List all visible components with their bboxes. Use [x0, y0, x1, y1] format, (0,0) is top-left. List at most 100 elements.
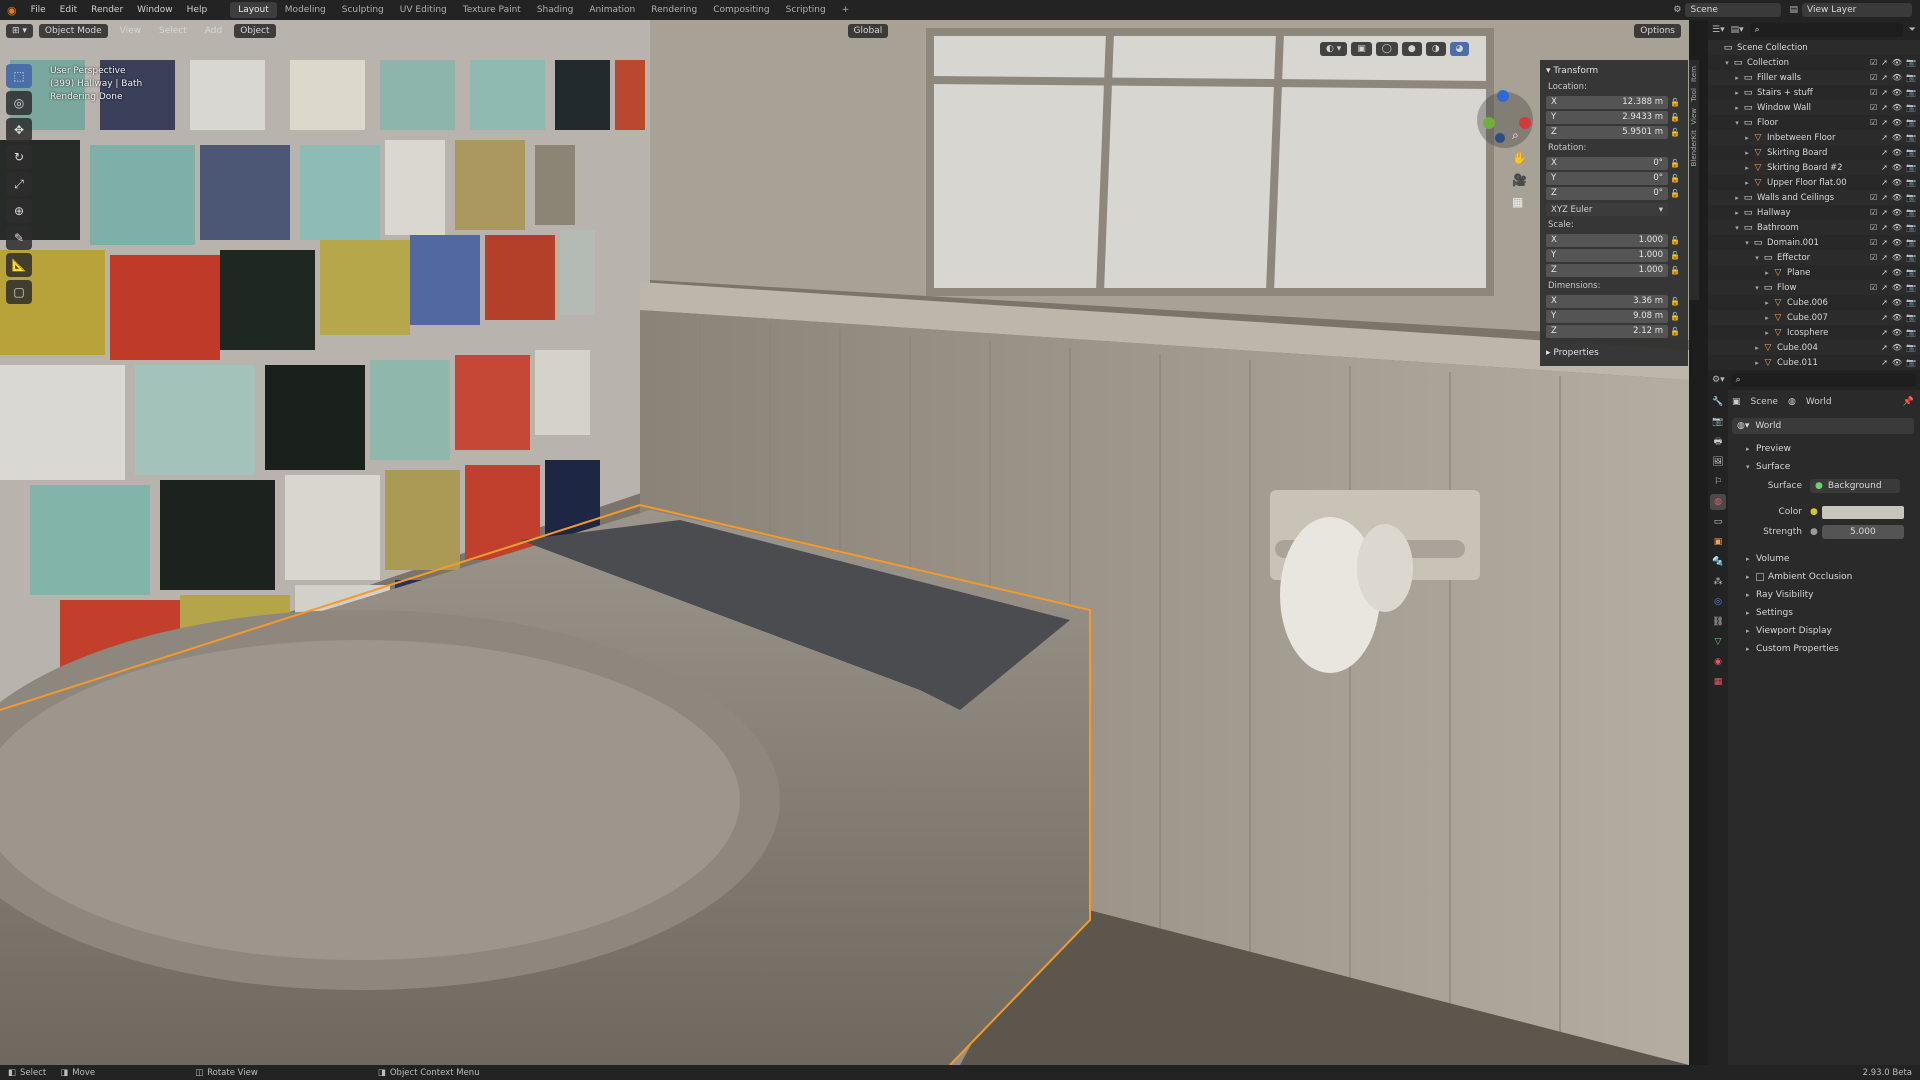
select-arrow-icon[interactable]: ➚	[1881, 313, 1888, 322]
section-viewport-display[interactable]: ▸ Viewport Display	[1732, 622, 1920, 640]
rotation-field[interactable]: Z 0°	[1546, 186, 1668, 200]
select-arrow-icon[interactable]: ➚	[1881, 58, 1888, 67]
eye-icon[interactable]: 👁	[1892, 208, 1902, 217]
breadcrumb-scene[interactable]: Scene	[1751, 397, 1778, 407]
location-field[interactable]: X 12.388 m	[1546, 95, 1668, 109]
xray-icon[interactable]: ▣	[1351, 42, 1372, 56]
tab-sculpting[interactable]: Sculpting	[334, 2, 392, 18]
expand-arrow-icon[interactable]: ▾	[1732, 224, 1742, 232]
tab-animation[interactable]: Animation	[581, 2, 643, 18]
menu-window[interactable]: Window	[130, 5, 180, 15]
data-tab-icon[interactable]: ▽	[1710, 634, 1726, 650]
overlays-icon[interactable]: ◐ ▾	[1320, 42, 1348, 56]
expand-arrow-icon[interactable]: ▸	[1742, 179, 1752, 187]
menu-view[interactable]: View	[114, 24, 147, 38]
select-arrow-icon[interactable]: ➚	[1881, 298, 1888, 307]
select-arrow-icon[interactable]: ➚	[1881, 148, 1888, 157]
rotate-tool-icon[interactable]: ↻	[6, 145, 32, 169]
expand-arrow-icon[interactable]: ▸	[1762, 299, 1772, 307]
select-arrow-icon[interactable]: ➚	[1881, 133, 1888, 142]
camera-icon[interactable]: 📷	[1906, 193, 1916, 202]
select-arrow-icon[interactable]: ➚	[1881, 238, 1888, 247]
camera-icon[interactable]: 📷	[1906, 223, 1916, 232]
expand-arrow-icon[interactable]: ▸	[1762, 329, 1772, 337]
outliner-item[interactable]: ▾ ▭ Collection ☑ ➚ 👁 📷	[1708, 55, 1920, 70]
eye-icon[interactable]: 👁	[1892, 103, 1902, 112]
tab-item[interactable]: Item	[1690, 66, 1698, 82]
camera-icon[interactable]: 📷	[1906, 358, 1916, 367]
collection-tab-icon[interactable]: ▭	[1710, 514, 1726, 530]
expand-arrow-icon[interactable]: ▸	[1732, 74, 1742, 82]
camera-icon[interactable]: 📷	[1906, 118, 1916, 127]
eye-icon[interactable]: 👁	[1892, 223, 1902, 232]
lock-icon[interactable]: 🔓	[1668, 128, 1682, 137]
eye-icon[interactable]: 👁	[1892, 73, 1902, 82]
dimensions-field[interactable]: Y 9.08 m	[1546, 309, 1668, 323]
measure-tool-icon[interactable]: 📐	[6, 253, 32, 277]
annotate-tool-icon[interactable]: ✎	[6, 226, 32, 250]
add-workspace-button[interactable]: +	[834, 2, 858, 18]
rotation-field[interactable]: X 0°	[1546, 156, 1668, 170]
camera-icon[interactable]: 📷	[1906, 328, 1916, 337]
outliner-item[interactable]: ▾ ▭ Domain.001 ☑ ➚ 👁 📷	[1708, 235, 1920, 250]
outliner-item[interactable]: ▭ Scene Collection	[1708, 40, 1920, 55]
checkbox-icon[interactable]: ☑	[1870, 73, 1877, 82]
checkbox-icon[interactable]: ☑	[1870, 253, 1877, 262]
move-tool-icon[interactable]: ✥	[6, 118, 32, 142]
outliner-item[interactable]: ▸ ▭ Window Wall ☑ ➚ 👁 📷	[1708, 100, 1920, 115]
camera-icon[interactable]: 📷	[1906, 313, 1916, 322]
properties-panel-header[interactable]: ▸ Properties	[1546, 348, 1682, 358]
section-surface[interactable]: ▾ Surface	[1732, 458, 1920, 476]
options-dropdown[interactable]: Options	[1634, 24, 1681, 38]
lock-icon[interactable]: 🔓	[1668, 236, 1682, 245]
expand-arrow-icon[interactable]: ▸	[1732, 89, 1742, 97]
select-arrow-icon[interactable]: ➚	[1881, 328, 1888, 337]
camera-icon[interactable]: 📷	[1906, 103, 1916, 112]
tab-shading[interactable]: Shading	[529, 2, 582, 18]
camera-icon[interactable]: 📷	[1906, 298, 1916, 307]
scene-tab-icon[interactable]: ⚐	[1710, 474, 1726, 490]
shading-material-icon[interactable]: ◑	[1425, 42, 1446, 56]
lock-icon[interactable]: 🔓	[1668, 189, 1682, 198]
location-field[interactable]: Y 2.9433 m	[1546, 110, 1668, 124]
section-custom-properties[interactable]: ▸ Custom Properties	[1732, 640, 1920, 658]
outliner-item[interactable]: ▸ ▽ Skirting Board ➚ 👁 📷	[1708, 145, 1920, 160]
select-arrow-icon[interactable]: ➚	[1881, 208, 1888, 217]
scale-field[interactable]: Y 1.000	[1546, 248, 1668, 262]
expand-arrow-icon[interactable]: ▸	[1752, 359, 1762, 367]
expand-arrow-icon[interactable]: ▸	[1762, 314, 1772, 322]
outliner-item[interactable]: ▾ ▭ Effector ☑ ➚ 👁 📷	[1708, 250, 1920, 265]
select-arrow-icon[interactable]: ➚	[1881, 118, 1888, 127]
particles-tab-icon[interactable]: ⁂	[1710, 574, 1726, 590]
transform-panel-header[interactable]: ▾ Transform	[1546, 66, 1682, 76]
eye-icon[interactable]: 👁	[1892, 193, 1902, 202]
eye-icon[interactable]: 👁	[1892, 358, 1902, 367]
display-mode-icon[interactable]: ▤▾	[1731, 25, 1744, 35]
eye-icon[interactable]: 👁	[1892, 268, 1902, 277]
eye-icon[interactable]: 👁	[1892, 133, 1902, 142]
tab-tool[interactable]: Tool	[1690, 88, 1698, 102]
section-ray-visibility[interactable]: ▸ Ray Visibility	[1732, 586, 1920, 604]
checkbox-icon[interactable]: ☑	[1870, 58, 1877, 67]
select-arrow-icon[interactable]: ➚	[1881, 343, 1888, 352]
editor-type-button[interactable]: ⊞ ▾	[6, 24, 33, 38]
location-field[interactable]: Z 5.9501 m	[1546, 125, 1668, 139]
menu-edit[interactable]: Edit	[53, 5, 84, 15]
checkbox-icon[interactable]: ☑	[1870, 103, 1877, 112]
expand-arrow-icon[interactable]: ▸	[1742, 134, 1752, 142]
checkbox-icon[interactable]: ☑	[1870, 238, 1877, 247]
strength-field[interactable]: 5.000	[1821, 525, 1904, 539]
outliner-item[interactable]: ▸ ▽ Cube.007 ➚ 👁 📷	[1708, 310, 1920, 325]
expand-arrow-icon[interactable]: ▸	[1762, 269, 1772, 277]
filter-icon[interactable]: ⏷	[1909, 25, 1916, 35]
transform-orientation-dropdown[interactable]: Global	[847, 24, 889, 38]
outliner-item[interactable]: ▸ ▭ Walls and Ceilings ☑ ➚ 👁 📷	[1708, 190, 1920, 205]
cursor-tool-icon[interactable]: ◎	[6, 91, 32, 115]
eye-icon[interactable]: 👁	[1892, 328, 1902, 337]
surface-shader-selector[interactable]: ● Background	[1810, 479, 1900, 493]
checkbox-icon[interactable]: ☑	[1870, 88, 1877, 97]
expand-arrow-icon[interactable]: ▾	[1752, 284, 1762, 292]
outliner-item[interactable]: ▾ ▭ Flow ☑ ➚ 👁 📷	[1708, 280, 1920, 295]
outliner-item[interactable]: ▾ ▭ Floor ☑ ➚ 👁 📷	[1708, 115, 1920, 130]
select-box-tool-icon[interactable]: ⬚	[6, 64, 32, 88]
